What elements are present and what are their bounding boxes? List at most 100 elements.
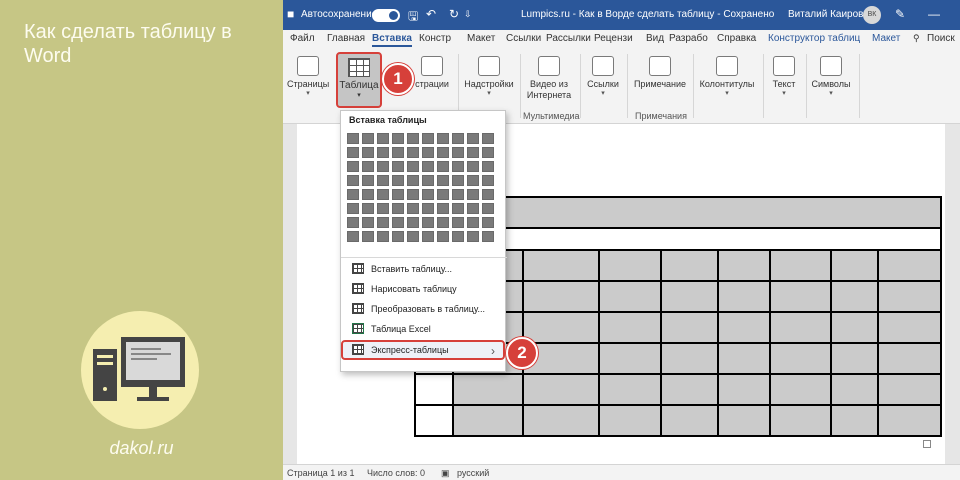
grid-picker-cell[interactable] xyxy=(422,231,434,242)
table-cell[interactable] xyxy=(717,249,771,282)
undo-icon[interactable]: ↶ xyxy=(426,7,436,21)
table-cell[interactable] xyxy=(877,404,942,437)
grid-picker-cell[interactable] xyxy=(407,203,419,214)
symbols-button[interactable]: Символы ▾ xyxy=(809,56,853,97)
table-cell[interactable] xyxy=(769,249,832,282)
grid-picker-cell[interactable] xyxy=(452,175,464,186)
grid-picker-cell[interactable] xyxy=(392,231,404,242)
table-cell[interactable] xyxy=(660,404,719,437)
menu-item-excel-table[interactable]: Таблица Excel xyxy=(341,319,505,339)
grid-picker-cell[interactable] xyxy=(437,147,449,158)
grid-picker-cell[interactable] xyxy=(482,133,494,144)
grid-picker-cell[interactable] xyxy=(482,147,494,158)
table-cell[interactable] xyxy=(877,311,942,344)
table-cell[interactable] xyxy=(660,311,719,344)
redo-icon[interactable]: ↻ xyxy=(449,7,459,21)
grid-picker-cell[interactable] xyxy=(467,175,479,186)
grid-picker-cell[interactable] xyxy=(347,175,359,186)
tab-search[interactable]: Поиск xyxy=(927,33,955,44)
grid-picker-cell[interactable] xyxy=(377,217,389,228)
grid-picker-cell[interactable] xyxy=(437,161,449,172)
table-cell[interactable] xyxy=(522,280,600,313)
table-button[interactable]: Таблица ▾ xyxy=(336,52,382,108)
grid-picker-cell[interactable] xyxy=(377,189,389,200)
grid-picker-cell[interactable] xyxy=(347,203,359,214)
table-cell[interactable] xyxy=(717,311,771,344)
page-count[interactable]: Страница 1 из 1 xyxy=(287,468,354,478)
table-cell[interactable] xyxy=(660,373,719,406)
search-icon[interactable]: ⚲ xyxy=(913,33,920,44)
grid-picker-cell[interactable] xyxy=(362,133,374,144)
grid-picker-cell[interactable] xyxy=(377,175,389,186)
table-cell[interactable] xyxy=(414,373,454,406)
grid-picker-cell[interactable] xyxy=(347,217,359,228)
grid-picker-cell[interactable] xyxy=(377,231,389,242)
table-cell[interactable] xyxy=(452,404,524,437)
menu-item-draw-table[interactable]: Нарисовать таблицу xyxy=(341,279,505,299)
pages-button[interactable]: Страницы ▾ xyxy=(287,56,329,97)
minimize-icon[interactable]: — xyxy=(928,7,940,21)
tab-insert[interactable]: Вставка xyxy=(372,33,412,47)
table-cell[interactable] xyxy=(877,280,942,313)
table-cell[interactable] xyxy=(598,249,662,282)
tab-file[interactable]: Файл xyxy=(290,33,315,44)
links-button[interactable]: Ссылки ▾ xyxy=(583,56,623,97)
grid-picker-cell[interactable] xyxy=(482,175,494,186)
grid-picker-cell[interactable] xyxy=(377,161,389,172)
table-cell[interactable] xyxy=(717,404,771,437)
table-cell[interactable] xyxy=(769,342,832,375)
tab-table-layout[interactable]: Макет xyxy=(872,33,900,44)
grid-picker-cell[interactable] xyxy=(467,133,479,144)
grid-picker-cell[interactable] xyxy=(392,161,404,172)
tab-design[interactable]: Констр xyxy=(419,33,451,44)
table-cell[interactable] xyxy=(717,280,771,313)
table-cell[interactable] xyxy=(522,311,600,344)
table-cell[interactable] xyxy=(598,342,662,375)
grid-picker-cell[interactable] xyxy=(422,161,434,172)
table-cell[interactable] xyxy=(830,311,879,344)
grid-picker-cell[interactable] xyxy=(377,133,389,144)
grid-picker-cell[interactable] xyxy=(437,217,449,228)
table-cell[interactable] xyxy=(660,342,719,375)
grid-picker-cell[interactable] xyxy=(467,161,479,172)
tab-developer[interactable]: Разрабо xyxy=(669,33,708,44)
grid-picker-cell[interactable] xyxy=(452,147,464,158)
avatar[interactable]: ВК xyxy=(863,6,881,24)
word-count[interactable]: Число слов: 0 xyxy=(367,468,425,478)
tab-references[interactable]: Ссылки xyxy=(506,33,541,44)
grid-picker-cell[interactable] xyxy=(362,175,374,186)
autosave-toggle[interactable] xyxy=(372,9,400,22)
grid-picker-cell[interactable] xyxy=(362,189,374,200)
grid-picker-cell[interactable] xyxy=(452,231,464,242)
table-cell[interactable] xyxy=(598,404,662,437)
grid-picker-cell[interactable] xyxy=(362,231,374,242)
grid-picker-cell[interactable] xyxy=(347,231,359,242)
table-cell[interactable] xyxy=(830,373,879,406)
grid-picker-cell[interactable] xyxy=(467,231,479,242)
grid-picker-cell[interactable] xyxy=(437,231,449,242)
menu-item-convert-to-table[interactable]: Преобразовать в таблицу... xyxy=(341,299,505,319)
grid-picker-cell[interactable] xyxy=(407,161,419,172)
grid-picker-cell[interactable] xyxy=(422,217,434,228)
grid-picker-cell[interactable] xyxy=(392,147,404,158)
table-cell[interactable] xyxy=(660,280,719,313)
grid-picker-cell[interactable] xyxy=(347,147,359,158)
table-grid-picker[interactable] xyxy=(347,133,494,242)
tab-home[interactable]: Главная xyxy=(327,33,365,44)
illustrations-button[interactable]: страции xyxy=(409,56,455,89)
grid-picker-cell[interactable] xyxy=(482,161,494,172)
save-file-icon[interactable]: 🖫 xyxy=(408,7,418,28)
grid-picker-cell[interactable] xyxy=(392,175,404,186)
table-cell[interactable] xyxy=(522,373,600,406)
table-cell[interactable] xyxy=(769,404,832,437)
grid-picker-cell[interactable] xyxy=(452,133,464,144)
grid-picker-cell[interactable] xyxy=(392,203,404,214)
table-cell[interactable] xyxy=(660,249,719,282)
grid-picker-cell[interactable] xyxy=(452,189,464,200)
table-cell[interactable] xyxy=(769,373,832,406)
grid-picker-cell[interactable] xyxy=(482,189,494,200)
table-cell[interactable] xyxy=(522,249,600,282)
grid-picker-cell[interactable] xyxy=(467,203,479,214)
header-footer-button[interactable]: Колонтитулы ▾ xyxy=(696,56,758,97)
grid-picker-cell[interactable] xyxy=(467,147,479,158)
